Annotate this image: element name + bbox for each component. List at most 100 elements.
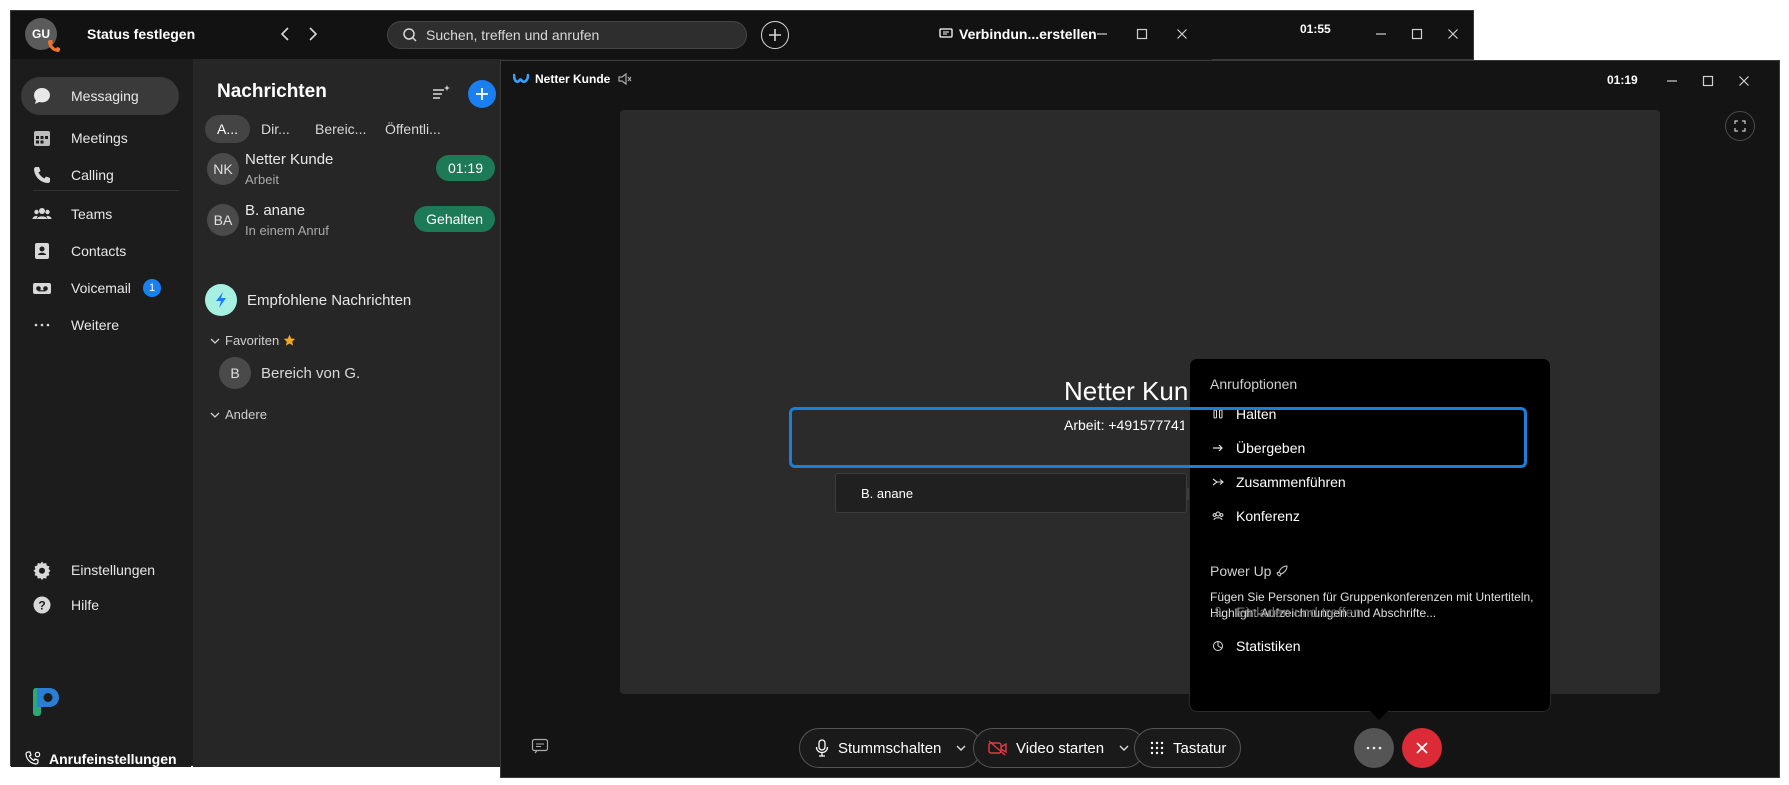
presence-phone-icon <box>47 39 61 53</box>
call-settings-button[interactable]: Anrufeinstellungen <box>25 751 177 767</box>
fullscreen-icon <box>1734 120 1746 132</box>
nav-item-more[interactable]: Weitere <box>21 306 179 344</box>
set-status-button[interactable]: Status festlegen <box>87 26 195 42</box>
nav-item-messaging[interactable]: Messaging <box>21 77 179 115</box>
app-logo <box>29 684 63 718</box>
menu-label: Zusammenführen <box>1236 474 1346 490</box>
chevron-down-icon[interactable] <box>955 742 967 754</box>
person-icon <box>1210 604 1226 620</box>
nav-label: Contacts <box>71 243 127 259</box>
contact-card-icon <box>31 240 53 262</box>
close-icon[interactable] <box>1171 23 1193 45</box>
menu-label: Einladen und treffen <box>1236 604 1362 620</box>
close-icon[interactable] <box>1442 23 1464 45</box>
tab-public[interactable]: Öffentli... <box>373 115 453 143</box>
menu-item-invite-disabled: Einladen und treffen <box>1210 599 1540 625</box>
maximize-icon[interactable] <box>1697 70 1719 92</box>
speaker-icon[interactable] <box>617 71 633 87</box>
contact-subtitle: Arbeit <box>245 172 279 187</box>
minimize-icon[interactable] <box>1370 23 1392 45</box>
star-icon <box>284 334 296 346</box>
chat-toggle-icon[interactable] <box>531 737 549 755</box>
nav-label: Messaging <box>71 88 139 104</box>
nav-item-teams[interactable]: Teams <box>21 195 179 233</box>
recommended-label: Empfohlene Nachrichten <box>247 291 412 309</box>
menu-item-statistics[interactable]: Statistiken <box>1210 633 1540 659</box>
contact-avatar: BA <box>207 204 239 236</box>
tab-spaces[interactable]: Bereic... <box>303 115 378 143</box>
contact-subtitle: In einem Anruf <box>245 223 329 238</box>
favorite-space-item[interactable]: B Bereich von G. <box>219 357 360 389</box>
minimize-icon[interactable] <box>1091 23 1113 45</box>
nav-label: Meetings <box>71 130 128 146</box>
svg-text:?: ? <box>38 599 45 613</box>
rocket-icon <box>1276 565 1288 577</box>
search-placeholder: Suchen, treffen und anrufen <box>426 27 600 43</box>
calendar-icon <box>31 127 53 149</box>
contact-row[interactable]: BA B. anane In einem Anruf Gehalten <box>205 198 495 244</box>
start-video-button[interactable]: Video starten <box>973 728 1146 768</box>
nav-item-contacts[interactable]: Contacts <box>21 232 179 270</box>
keypad-label: Tastatur <box>1173 739 1227 757</box>
minimize-icon[interactable] <box>1661 70 1683 92</box>
nav-item-meetings[interactable]: Meetings <box>21 119 179 157</box>
tab-all[interactable]: A... <box>205 115 251 143</box>
nav-label: Voicemail <box>71 280 131 296</box>
people-icon <box>31 203 53 225</box>
tab-direct[interactable]: Dir... <box>249 115 302 143</box>
statistics-icon <box>1210 638 1226 654</box>
others-section-toggle[interactable]: Andere <box>209 407 267 422</box>
mute-button[interactable]: Stummschalten <box>799 728 983 768</box>
nav-item-voicemail[interactable]: Voicemail 1 <box>21 269 179 307</box>
chat-bubble-icon <box>31 85 53 107</box>
background-window: 01:55 <box>1212 10 1474 60</box>
nav-item-calling[interactable]: Calling <box>21 156 179 194</box>
favorites-section-toggle[interactable]: Favoriten <box>209 333 296 348</box>
more-dots-icon <box>1366 746 1382 750</box>
call-titlebar: Netter Kunde 01:19 <box>501 61 1779 99</box>
merge-target-item[interactable]: B. anane <box>835 473 1195 513</box>
keypad-button[interactable]: Tastatur <box>1134 728 1242 768</box>
microphone-icon <box>814 739 830 757</box>
close-icon <box>1415 741 1429 755</box>
nav-label: Hilfe <box>71 597 100 613</box>
user-avatar[interactable]: GU <box>25 18 60 52</box>
space-name: Bereich von G. <box>261 364 361 382</box>
call-timer-pill[interactable]: 01:19 <box>435 155 495 181</box>
video-label: Video starten <box>1016 739 1105 757</box>
background-call-time: 01:55 <box>1300 22 1331 36</box>
powerup-label: Power Up <box>1210 563 1272 579</box>
forward-arrow-icon[interactable] <box>303 25 321 43</box>
connect-device-button[interactable]: Verbindun...erstellen <box>939 26 1097 42</box>
voicemail-count-badge: 1 <box>143 279 161 297</box>
connect-label: Verbindun...erstellen <box>959 26 1097 42</box>
recommended-messages-item[interactable]: Empfohlene Nachrichten <box>205 284 411 316</box>
nav-item-settings[interactable]: Einstellungen <box>21 551 179 589</box>
end-call-button[interactable] <box>1402 728 1442 768</box>
more-options-button[interactable] <box>1354 728 1394 768</box>
chevron-down-icon[interactable] <box>1118 742 1130 754</box>
more-dots-icon <box>31 314 53 336</box>
compose-button[interactable] <box>468 80 496 108</box>
maximize-icon[interactable] <box>1406 23 1428 45</box>
back-arrow-icon[interactable] <box>277 25 295 43</box>
new-action-button[interactable] <box>761 21 789 49</box>
search-input[interactable]: Suchen, treffen und anrufen <box>387 21 747 49</box>
filter-sparkle-icon[interactable] <box>431 83 451 103</box>
conference-icon <box>1210 508 1226 524</box>
on-hold-pill[interactable]: Gehalten <box>414 206 495 232</box>
nav-item-help[interactable]: ? Hilfe <box>21 586 179 624</box>
menu-item-conference[interactable]: Konferenz <box>1210 503 1540 529</box>
maximize-icon[interactable] <box>1131 23 1153 45</box>
contact-row[interactable]: NK Netter Kunde Arbeit 01:19 <box>205 147 495 193</box>
merge-target-name: B. anane <box>861 485 914 501</box>
call-title: Netter Kunde <box>513 72 610 86</box>
close-icon[interactable] <box>1733 70 1755 92</box>
chevron-down-icon <box>210 412 220 418</box>
powerup-title: Power Up <box>1210 563 1288 579</box>
call-duration: 01:19 <box>1607 73 1638 87</box>
menu-item-merge[interactable]: Zusammenführen <box>1210 469 1540 495</box>
merge-icon <box>1210 474 1226 490</box>
fullscreen-button[interactable] <box>1725 111 1755 141</box>
nav-label: Einstellungen <box>71 562 156 578</box>
